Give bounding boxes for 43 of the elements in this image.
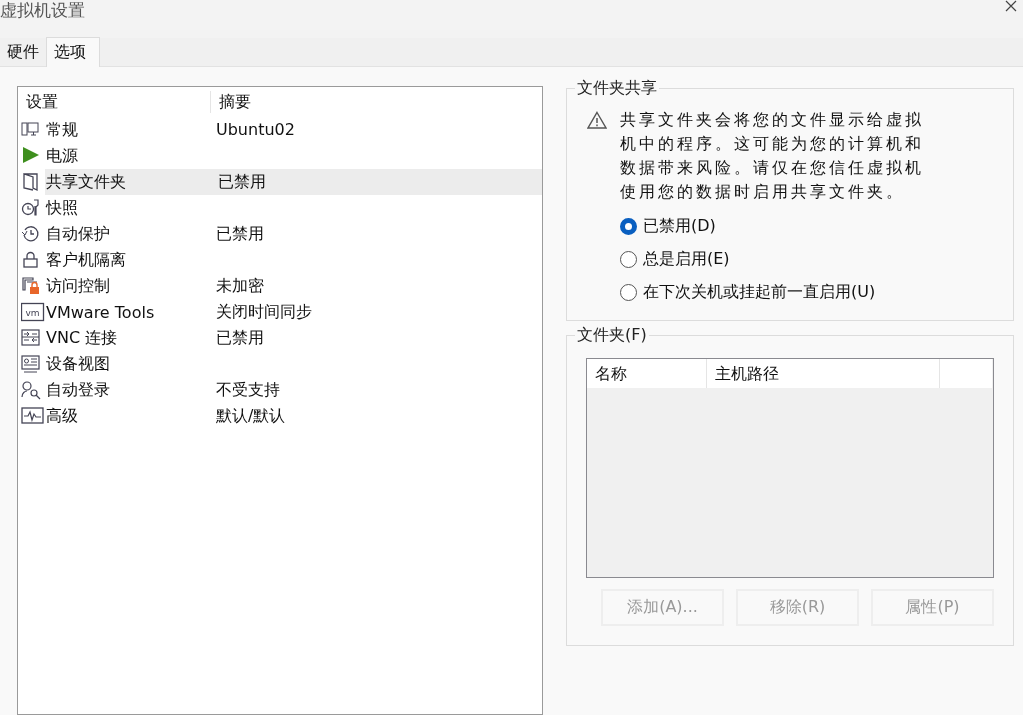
radio-button[interactable] — [620, 250, 637, 268]
radio-option[interactable]: 总是启用(E) — [620, 247, 1013, 271]
warning-text: 共享文件夹会将您的文件显示给虚拟机中的程序。这可能为您的计算机和数据带来风险。请仅在您信任虚拟机使用您的数据时启用共享文件夹。 — [620, 109, 925, 203]
radio-option[interactable]: 在下次关机或挂起前一直启用(U) — [620, 280, 1013, 304]
summary-text: 已禁用 — [216, 327, 265, 349]
waveform-icon — [21, 406, 45, 426]
column-header[interactable]: 设置 — [18, 91, 211, 113]
column-header[interactable]: 摘要 — [211, 91, 251, 113]
summary-text: 未加密 — [216, 275, 265, 297]
settings-item[interactable]: 自动登录 — [45, 377, 216, 403]
settings-item[interactable]: 客户机隔离 — [45, 247, 216, 273]
group-title: 文件夹(F) — [575, 325, 649, 345]
summary-text: 已禁用 — [218, 169, 542, 195]
radio-button[interactable] — [620, 283, 637, 301]
settings-item[interactable]: 电源 — [45, 143, 216, 169]
settings-item[interactable]: 设备视图 — [45, 351, 216, 377]
summary-text: 已禁用 — [216, 223, 265, 245]
settings-item[interactable]: VNC 连接 — [45, 325, 216, 351]
settings-item[interactable]: 高级 — [45, 403, 216, 429]
settings-item[interactable]: 访问控制 — [45, 273, 216, 299]
radio-option[interactable]: 已禁用(D) — [620, 214, 1013, 238]
column-header[interactable]: 名称 — [587, 359, 707, 388]
radio-label: 总是启用(E) — [643, 248, 730, 270]
radio-label: 在下次关机或挂起前一直启用(U) — [643, 281, 876, 303]
group-title: 文件夹共享 — [575, 78, 659, 98]
settings-item[interactable]: 自动保护 — [45, 221, 216, 247]
warning-icon — [587, 111, 607, 129]
close-icon[interactable] — [1005, 0, 1017, 12]
settings-item[interactable]: VMware Tools — [45, 299, 216, 325]
settings-item[interactable]: 共享文件夹 — [45, 169, 218, 195]
column-header[interactable]: 主机路径 — [707, 359, 940, 388]
summary-text: Ubuntu02 — [216, 119, 296, 141]
settings-item[interactable]: 快照 — [45, 195, 216, 221]
summary-text: 关闭时间同步 — [216, 301, 313, 323]
radio-label: 已禁用(D) — [643, 215, 716, 237]
settings-item[interactable]: 常规 — [45, 117, 216, 143]
tab[interactable]: 选项 — [46, 37, 100, 67]
tab[interactable]: 硬件 — [0, 38, 46, 66]
radio-button[interactable] — [620, 217, 637, 235]
summary-text: 默认/默认 — [216, 405, 287, 427]
window-title: 虚拟机设置 — [0, 0, 85, 20]
summary-text: 不受支持 — [216, 379, 281, 401]
vm-logo-icon: vm — [21, 302, 45, 322]
